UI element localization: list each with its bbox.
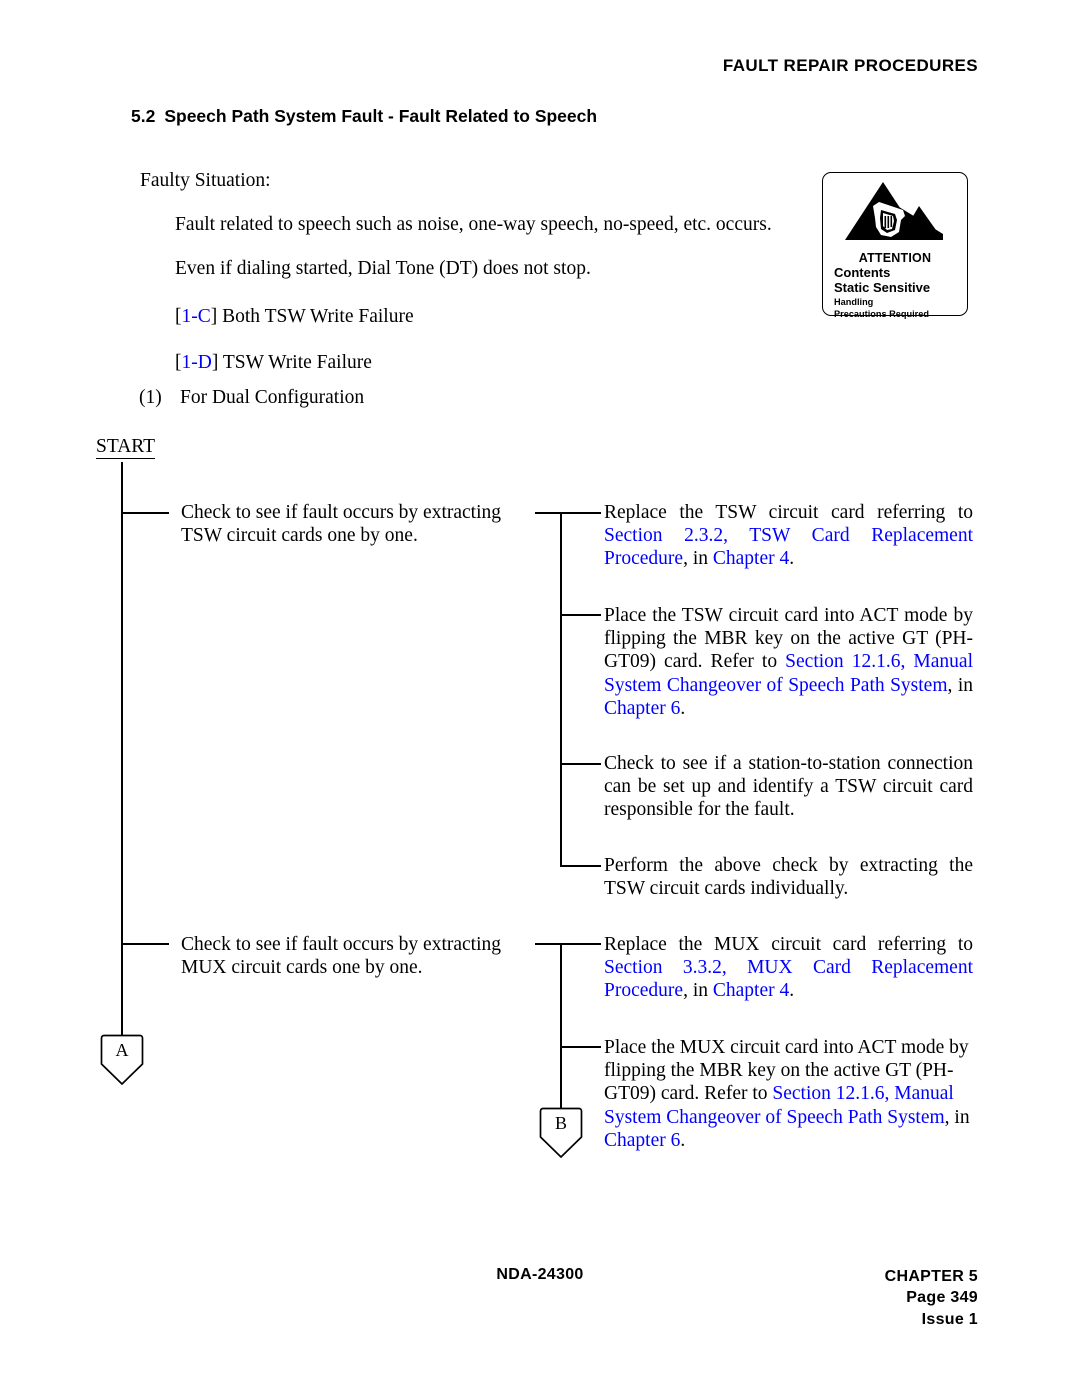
flow-connector-a-label: A [115,1040,129,1060]
text-run-3: Chapter 4 [712,980,790,1002]
flow-action-tsw-station-connection: Check to see if a station-to-station con… [604,752,973,822]
branch-stub-mux [121,943,169,945]
footer-chapter: CHAPTER 5 [884,1268,978,1285]
flow-step-tsw-check-line-1: Check to see if fault occurs by extracti… [181,502,502,523]
text-run-0: Replace the MUX circuit card referring t… [604,934,973,955]
text-run-3: Chapter 6 [604,697,681,719]
flow-step-mux-check-line-1: Check to see if fault occurs by extracti… [181,934,502,955]
flow-connector-b: B [539,1107,583,1159]
flow-step-tsw-check: Check to see if fault occurs by extracti… [181,501,521,547]
text-run-2: , in [683,980,713,1002]
flow-action-mux-replace: Replace the MUX circuit card referring t… [604,933,973,1003]
main-spine-line [121,462,123,1035]
flow-action-tsw-act-mode: Place the TSW circuit card into ACT mode… [604,604,973,720]
flow-action-mux-act-mode: Place the MUX circuit card into ACT mode… [604,1036,973,1152]
text-run-4: . [789,980,795,1002]
text-run-2: , in [944,1106,970,1128]
flow-start-label: START [96,436,156,460]
text-run-0: Check to see if a station-to-station con… [604,753,973,821]
mux-actions-spine [560,943,562,1109]
tsw-action-stub-3 [560,763,601,765]
text-run-0: Replace the TSW circuit card referring t… [604,502,973,523]
footer-issue: Issue 1 [921,1310,978,1328]
flow-step-tsw-check-line-2: TSW circuit cards one by one. [181,525,418,547]
flowchart: START A Check to see if fault occurs by … [0,0,1080,1397]
flow-action-tsw-replace: Replace the TSW circuit card referring t… [604,501,973,571]
link-tsw-check-to-actions [535,512,601,514]
text-run-4: . [680,1129,686,1151]
text-run-3: Chapter 6 [604,1129,681,1151]
flow-action-tsw-perform-check: Perform the above check by extracting th… [604,854,973,900]
text-run-4: . [789,548,795,570]
flow-connector-b-label: B [554,1113,567,1133]
footer-page-info: CHAPTER 5 Page 349 Issue 1 [0,1266,978,1330]
tsw-actions-spine [560,512,562,867]
flow-step-mux-check: Check to see if fault occurs by extracti… [181,933,521,979]
text-run-2: , in [947,674,974,696]
tsw-action-stub-2 [560,614,601,616]
mux-action-stub-2 [560,1046,601,1048]
tsw-action-stub-4 [560,865,601,867]
footer-page-number: Page 349 [906,1289,978,1307]
branch-stub-tsw [121,512,169,514]
flow-connector-a: A [100,1034,144,1086]
text-run-4: . [680,697,686,719]
text-run-2: , in [683,548,713,570]
link-mux-check-to-actions [535,943,601,945]
text-run-0: Perform the above check by extracting th… [604,855,973,900]
text-run-3: Chapter 4 [712,548,790,570]
flow-step-mux-check-line-2: MUX circuit cards one by one. [181,957,423,979]
